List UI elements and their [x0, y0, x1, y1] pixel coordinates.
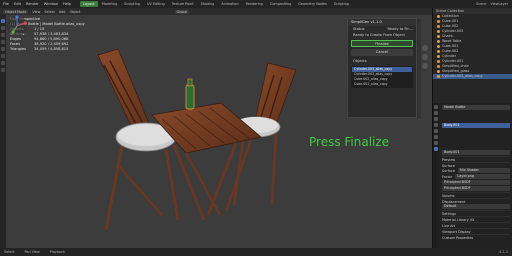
tab-texture-paint[interactable]: Texture Paint	[169, 1, 197, 7]
menu-window[interactable]: Window	[44, 2, 58, 6]
main-menu: File Edit Render Window Help	[3, 2, 71, 6]
mesh-icon	[437, 25, 440, 28]
finalize-button[interactable]: Finalize	[351, 40, 413, 47]
transform-orientation[interactable]: Global	[174, 9, 190, 14]
mesh-icon	[437, 30, 440, 33]
properties-tabs	[433, 103, 439, 248]
status-pan-view: Pan View	[24, 250, 40, 254]
scene-tab-icon[interactable]	[434, 123, 438, 127]
workspace-tabs: Layout Modeling Sculpting UV Editing Tex…	[80, 1, 352, 7]
tab-uv-editing[interactable]: UV Editing	[144, 1, 168, 7]
tab-layout[interactable]: Layout	[80, 1, 98, 7]
tool-tab-icon[interactable]	[434, 105, 438, 109]
sidebar-tab-strip[interactable]	[417, 19, 421, 119]
status-select: Select	[4, 250, 15, 254]
status-playback[interactable]: Playback	[50, 250, 65, 254]
scale-tool-icon[interactable]	[1, 47, 5, 51]
menu-view[interactable]: View	[32, 10, 40, 14]
section-custom-properties[interactable]: Custom Properties	[442, 234, 510, 240]
menu-add[interactable]: Add	[59, 10, 66, 14]
left-chair	[97, 48, 180, 231]
world-tab-icon[interactable]	[434, 129, 438, 133]
tab-geometry-nodes[interactable]: Geometry Nodes	[295, 1, 330, 7]
properties-editor: Model Bottle Body.001 Body.001 Preview S…	[432, 103, 512, 248]
status-bar: Select Pan View Playback 4.1.1	[0, 248, 512, 256]
scene-selector[interactable]: Scene	[476, 2, 486, 6]
tab-sculpting[interactable]: Sculpting	[121, 1, 143, 7]
stat-row: Triangles 34,059 / 4,858,815	[10, 47, 69, 51]
collection-icon	[437, 35, 440, 38]
model-bottle	[185, 78, 195, 110]
select-tool-icon[interactable]	[1, 19, 5, 23]
menu-help[interactable]: Help	[63, 2, 71, 6]
viewport-header: Object Mode View Select Add Object Globa…	[0, 8, 432, 15]
output-tab-icon[interactable]	[434, 117, 438, 121]
menu-file[interactable]: File	[3, 2, 9, 6]
navigation-gizmo-icon[interactable]	[6, 15, 28, 37]
mesh-icon	[437, 45, 440, 48]
cancel-button[interactable]: Cancel	[351, 49, 413, 56]
menu-object[interactable]: Object	[69, 10, 80, 14]
zoom-icon[interactable]	[422, 45, 428, 51]
simpligen-panel: SimpliGen v1.1.0 Status Ready to Fin... …	[347, 18, 421, 119]
transform-tool-icon[interactable]	[1, 54, 5, 58]
outliner: Scene Collection Collection Cube.001 Cub…	[432, 8, 512, 103]
objects-list: Cylinder.003_alias_copy Cylinder.003_ali…	[351, 66, 413, 88]
mode-selector[interactable]: Object Mode	[3, 9, 29, 14]
properties-body: Model Bottle Body.001 Body.001 Preview S…	[440, 103, 512, 248]
top-menu-bar: File Edit Render Window Help Layout Mode…	[0, 0, 512, 8]
mesh-icon	[437, 55, 440, 58]
ready-row: Ready to Create From Object	[353, 33, 405, 37]
menu-render[interactable]: Render	[26, 2, 39, 6]
move-tool-icon[interactable]	[1, 33, 5, 37]
list-item[interactable]: Cube.001_alias_copy	[352, 82, 412, 87]
mesh-icon	[437, 20, 440, 23]
mesh-icon	[437, 60, 440, 63]
press-finalize-annotation: Press Finalize	[309, 135, 390, 149]
tab-rendering[interactable]: Rendering	[243, 1, 266, 7]
pan-icon[interactable]	[422, 54, 428, 60]
tab-compositing[interactable]: Compositing	[267, 1, 294, 7]
viewport-nav-buttons	[422, 45, 428, 69]
modifier-tab-icon[interactable]	[434, 141, 438, 145]
collection-icon	[437, 40, 440, 43]
tab-animation[interactable]: Animation	[218, 1, 241, 7]
tab-modeling[interactable]: Modeling	[99, 1, 120, 7]
mesh-icon	[437, 65, 440, 68]
version-label: 4.1.1	[499, 250, 508, 254]
measure-tool-icon[interactable]	[1, 68, 5, 72]
rotate-tool-icon[interactable]	[1, 40, 5, 44]
mesh-icon	[437, 70, 440, 73]
collection-icon	[437, 15, 440, 18]
scene-selectors: Scene ViewLayer	[476, 2, 512, 6]
camera-icon[interactable]	[422, 63, 428, 69]
mesh-icon	[437, 50, 440, 53]
object-name[interactable]: Model Bottle	[442, 105, 510, 110]
material-tab-icon[interactable]	[434, 147, 438, 151]
outliner-row-selected[interactable]: Cylinder.003_alias_copy	[433, 74, 512, 79]
tab-shading[interactable]: Shading	[198, 1, 218, 7]
view-layer-selector[interactable]: ViewLayer	[491, 2, 509, 6]
panel-title: SimpliGen v1.1.0	[348, 19, 416, 26]
annotate-tool-icon[interactable]	[1, 61, 5, 65]
objects-header: Objects	[353, 59, 367, 63]
menu-select[interactable]: Select	[44, 10, 54, 14]
object-tab-icon[interactable]	[434, 135, 438, 139]
tab-scripting[interactable]: Scripting	[331, 1, 352, 7]
menu-edit[interactable]: Edit	[14, 2, 21, 6]
mesh-icon	[437, 75, 440, 78]
render-tab-icon[interactable]	[434, 111, 438, 115]
cursor-tool-icon[interactable]	[1, 26, 5, 30]
